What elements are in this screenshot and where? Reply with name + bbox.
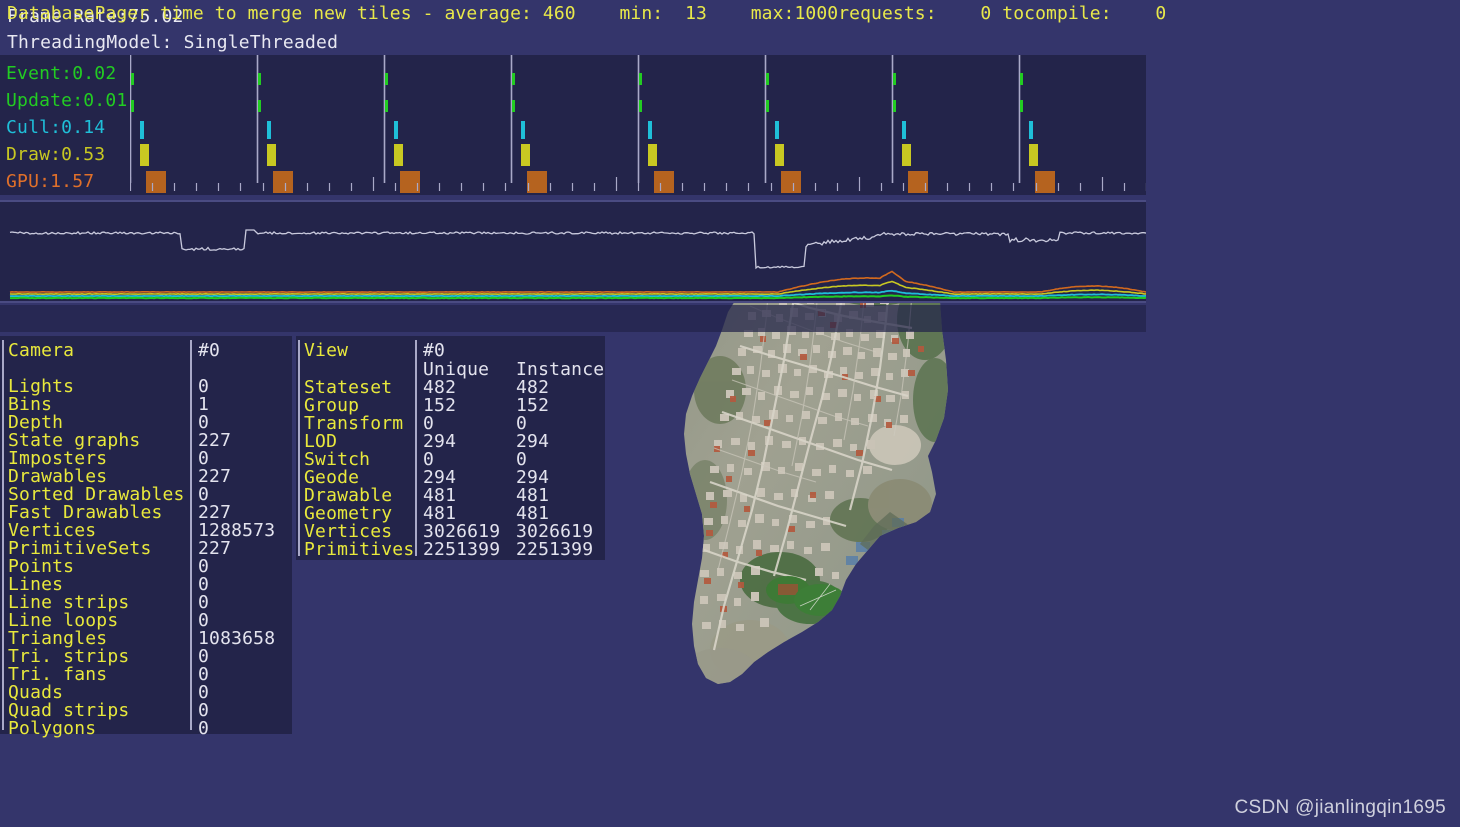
timing-bar bbox=[1029, 121, 1033, 139]
database-pager-text: DatabasePager time to merge new tiles - … bbox=[7, 3, 1167, 24]
timing-bar bbox=[527, 171, 547, 193]
watermark-text: CSDN @jianlingqin1695 bbox=[1234, 797, 1446, 818]
camera-table-left-edge bbox=[2, 340, 4, 730]
timing-bar bbox=[639, 100, 642, 112]
timing-label-event: Event:0.02 bbox=[6, 63, 117, 84]
view-stat-unique: 2251399 bbox=[423, 539, 501, 560]
timing-bar bbox=[893, 100, 896, 112]
timing-bar bbox=[766, 100, 769, 112]
timing-bar bbox=[140, 121, 144, 139]
timing-labels: Event:0.02 Update:0.01 Cull:0.14 Draw:0.53 G… bbox=[0, 55, 130, 195]
database-pager-bar bbox=[0, 305, 1146, 332]
camera-table-divider bbox=[190, 340, 192, 730]
osg-viewer-window: Frame Rate:75.02 ThreadingModel: SingleT… bbox=[0, 0, 1460, 827]
timing-bar bbox=[654, 171, 674, 193]
timing-line-graph-svg bbox=[9, 229, 1146, 300]
timing-bar bbox=[639, 73, 642, 85]
timing-bar bbox=[258, 73, 261, 85]
view-table-id: #0 bbox=[423, 340, 446, 361]
timing-bar bbox=[146, 171, 166, 193]
camera-stat-value: 1083658 bbox=[198, 628, 276, 649]
timing-bar bbox=[902, 144, 911, 166]
timing-label-gpu: GPU:1.57 bbox=[6, 171, 95, 192]
timing-bar bbox=[893, 73, 896, 85]
timing-bar bbox=[902, 121, 906, 139]
timing-bar bbox=[1020, 100, 1023, 112]
camera-stat-label: Polygons bbox=[8, 718, 97, 739]
view-table-left-edge bbox=[298, 340, 300, 556]
view-stat-label: Primitives bbox=[304, 539, 415, 560]
timing-bar bbox=[385, 100, 388, 112]
timing-bar bbox=[512, 73, 515, 85]
timing-bar bbox=[131, 100, 134, 112]
timing-bar bbox=[1035, 171, 1055, 193]
timing-bar bbox=[258, 100, 261, 112]
camera-stat-value: 0 bbox=[198, 718, 210, 739]
camera-table-id: #0 bbox=[198, 340, 221, 361]
timing-bar bbox=[648, 144, 657, 166]
timing-bar bbox=[766, 73, 769, 85]
timing-bar bbox=[273, 171, 293, 193]
timing-label-update: Update:0.01 bbox=[6, 90, 128, 111]
timing-bar bbox=[775, 144, 784, 166]
timing-bar bbox=[1020, 73, 1023, 85]
view-table-divider bbox=[415, 340, 417, 556]
view-table-title: View bbox=[304, 340, 349, 361]
gpu-trace bbox=[9, 270, 1146, 294]
timing-bar bbox=[781, 171, 801, 193]
timing-bar bbox=[385, 73, 388, 85]
timing-bar-graph-panel[interactable]: Event:0.02 Update:0.01 Cull:0.14 Draw:0.53 G… bbox=[0, 55, 1146, 195]
threading-model-readout: ThreadingModel: SingleThreaded bbox=[7, 32, 339, 53]
timing-bar bbox=[512, 100, 515, 112]
timing-label-cull: Cull:0.14 bbox=[6, 117, 106, 138]
timing-bar bbox=[521, 144, 530, 166]
camera-table-title: Camera bbox=[8, 340, 75, 361]
timing-bar bbox=[140, 144, 149, 166]
timing-bar bbox=[267, 144, 276, 166]
camera-stats-table[interactable]: Camera #0 Lights 0 Bins 1 Depth 0 State graphs 22… bbox=[0, 336, 292, 738]
view-stat-instance: 2251399 bbox=[516, 539, 594, 560]
timing-bar bbox=[131, 73, 134, 85]
timing-bar-grid-svg bbox=[130, 55, 1146, 193]
timing-bar-grid bbox=[130, 55, 1146, 195]
timing-bar bbox=[775, 121, 779, 139]
frame-rate-trace bbox=[9, 229, 1146, 270]
view-stats-table[interactable]: View #0 Unique Instance Stateset 482 482 Group 1… bbox=[296, 336, 605, 560]
timing-bar bbox=[394, 121, 398, 139]
timing-bar bbox=[394, 144, 403, 166]
timing-bar bbox=[521, 121, 525, 139]
timing-bar bbox=[267, 121, 271, 139]
timing-bar bbox=[1029, 144, 1038, 166]
timing-bar bbox=[648, 121, 652, 139]
timing-line-graph-panel[interactable] bbox=[0, 200, 1146, 303]
timing-label-draw: Draw:0.53 bbox=[6, 144, 106, 165]
